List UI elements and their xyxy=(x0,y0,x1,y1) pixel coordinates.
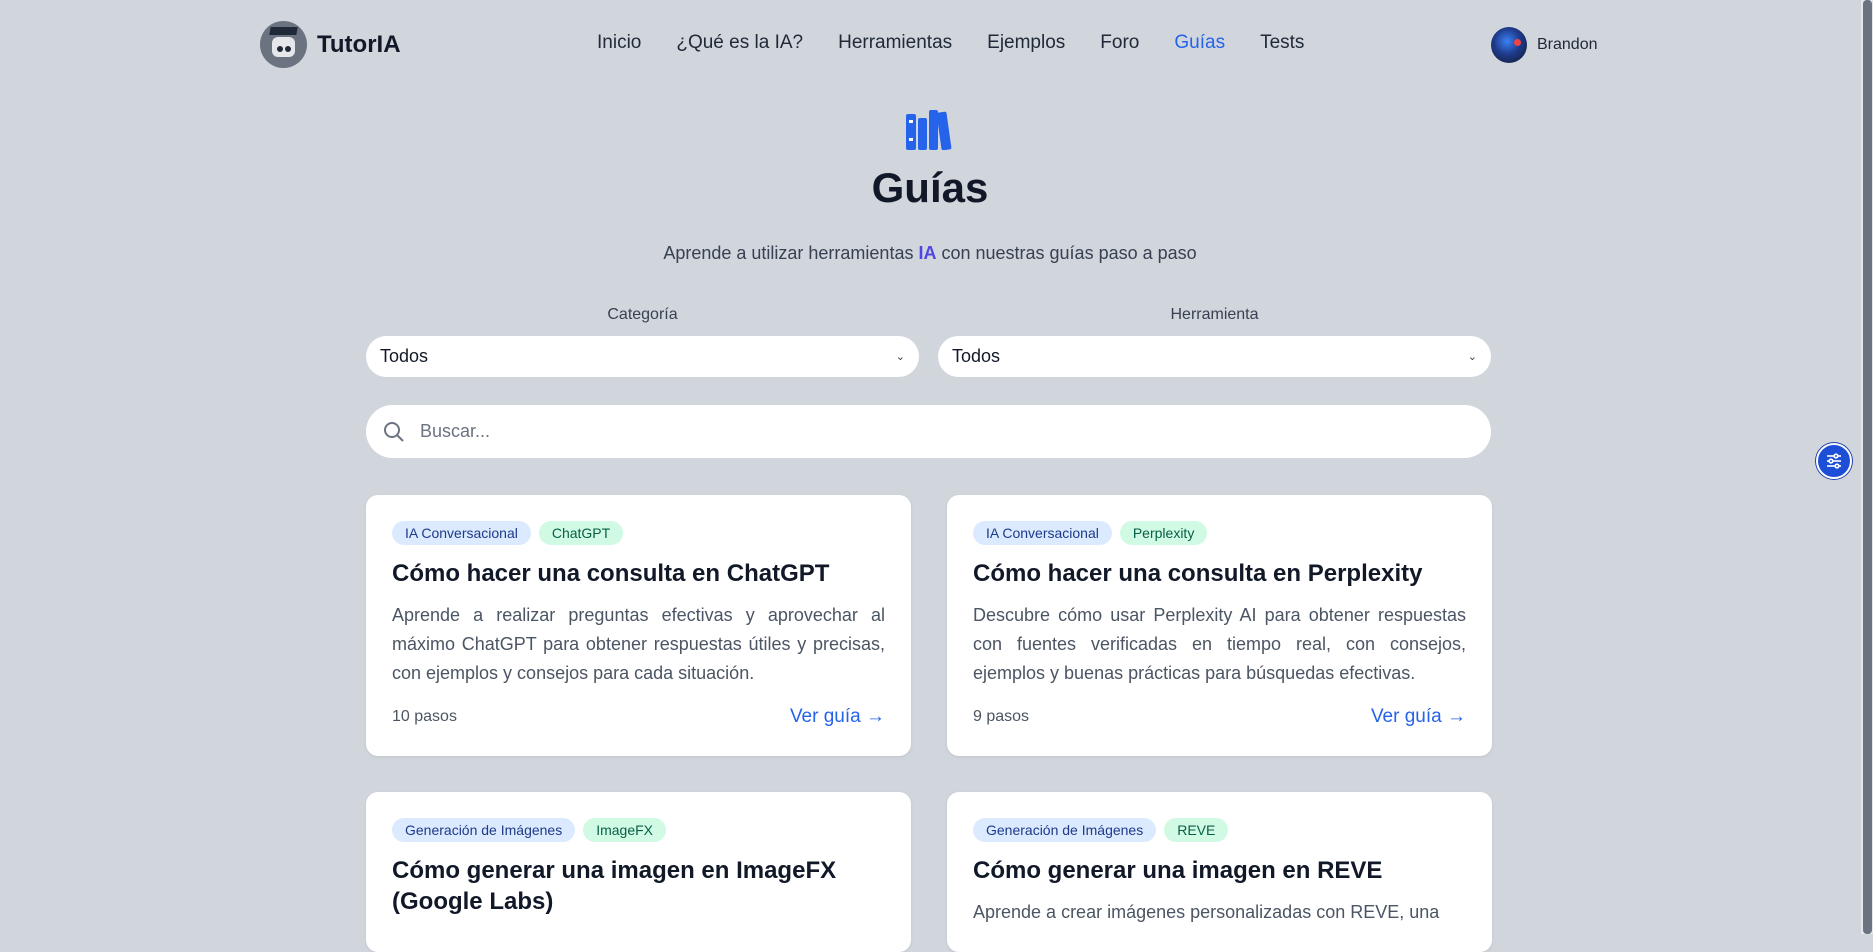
card-footer: 9 pasos Ver guía → xyxy=(973,706,1466,728)
tool-tag: Perplexity xyxy=(1119,521,1208,545)
nav-item-guias[interactable]: Guías xyxy=(1174,32,1225,54)
tag-list: IA Conversacional ChatGPT xyxy=(392,521,885,545)
nav-item-ejemplos[interactable]: Ejemplos xyxy=(987,32,1065,54)
guide-card[interactable]: Generación de Imágenes REVE Cómo generar… xyxy=(947,792,1492,952)
scrollbar-thumb[interactable] xyxy=(1863,0,1872,934)
page-title: Guías xyxy=(871,164,989,211)
guide-title: Cómo hacer una consulta en Perplexity xyxy=(973,560,1423,587)
guide-card[interactable]: IA Conversacional Perplexity Cómo hacer … xyxy=(947,495,1492,756)
category-select-value: Todos xyxy=(380,346,429,366)
category-tag: IA Conversacional xyxy=(973,521,1112,545)
step-count: 10 pasos xyxy=(392,708,457,725)
top-navbar: TutorIA Inicio ¿Qué es la IA? Herramient… xyxy=(0,0,1860,90)
guide-card[interactable]: Generación de Imágenes ImageFX Cómo gene… xyxy=(366,792,911,952)
accessibility-button[interactable] xyxy=(1816,443,1852,479)
user-menu[interactable]: Brandon xyxy=(1491,27,1598,63)
nav-item-foro[interactable]: Foro xyxy=(1100,32,1139,54)
step-count: 9 pasos xyxy=(973,708,1030,725)
guide-title: Cómo hacer una consulta en ChatGPT xyxy=(392,560,830,587)
guide-title: Cómo generar una imagen en ImageFX (Goog… xyxy=(392,857,837,915)
search-icon xyxy=(384,421,404,442)
nav-item-inicio[interactable]: Inicio xyxy=(597,32,641,54)
robot-logo-icon xyxy=(260,21,307,68)
category-filter-label: Categoría xyxy=(607,306,678,323)
books-icon xyxy=(906,110,952,150)
avatar xyxy=(1491,27,1527,63)
tag-list: IA Conversacional Perplexity xyxy=(973,521,1466,545)
tag-list: Generación de Imágenes REVE xyxy=(973,818,1466,842)
search-bar xyxy=(366,405,1491,458)
view-guide-link[interactable]: Ver guía → xyxy=(790,706,885,728)
nav-item-que-es-ia[interactable]: ¿Qué es la IA? xyxy=(676,32,803,54)
category-tag: Generación de Imágenes xyxy=(392,818,576,842)
scrollbar[interactable] xyxy=(1860,0,1873,934)
page-subtitle: Aprende a utilizar herramientas IA con n… xyxy=(663,243,1197,263)
nav-item-tests[interactable]: Tests xyxy=(1260,32,1304,54)
tool-tag: REVE xyxy=(1164,818,1229,842)
tool-tag: ImageFX xyxy=(583,818,667,842)
tool-select[interactable]: Todos ⌄ xyxy=(938,336,1491,377)
chevron-down-icon: ⌄ xyxy=(1467,351,1477,363)
category-tag: Generación de Imágenes xyxy=(973,818,1157,842)
sliders-icon xyxy=(1827,453,1841,469)
tag-list: Generación de Imágenes ImageFX xyxy=(392,818,885,842)
tool-filter-label: Herramienta xyxy=(1170,306,1259,323)
guide-description: Aprende a realizar preguntas efectivas y… xyxy=(392,605,885,683)
site-name: TutorIA xyxy=(317,30,401,58)
card-footer: 10 pasos Ver guía → xyxy=(392,706,885,728)
tool-tag: ChatGPT xyxy=(538,521,624,545)
category-select[interactable]: Todos ⌄ xyxy=(366,336,919,377)
user-name: Brandon xyxy=(1537,36,1598,53)
tool-select-value: Todos xyxy=(952,346,1001,366)
chevron-down-icon: ⌄ xyxy=(895,351,905,363)
view-guide-link[interactable]: Ver guía → xyxy=(1371,706,1466,728)
guide-description: Aprende a crear imágenes personalizadas … xyxy=(973,902,1440,922)
category-tag: IA Conversacional xyxy=(392,521,531,545)
guide-card[interactable]: IA Conversacional ChatGPT Cómo hacer una… xyxy=(366,495,911,756)
nav-item-herramientas[interactable]: Herramientas xyxy=(838,32,952,54)
search-input[interactable] xyxy=(418,420,1422,443)
guide-description: Descubre cómo usar Perplexity AI para ob… xyxy=(973,605,1466,683)
guide-title: Cómo generar una imagen en REVE xyxy=(973,857,1383,884)
main-nav: Inicio ¿Qué es la IA? Herramientas Ejemp… xyxy=(597,32,1339,54)
site-logo[interactable]: TutorIA xyxy=(260,21,401,68)
